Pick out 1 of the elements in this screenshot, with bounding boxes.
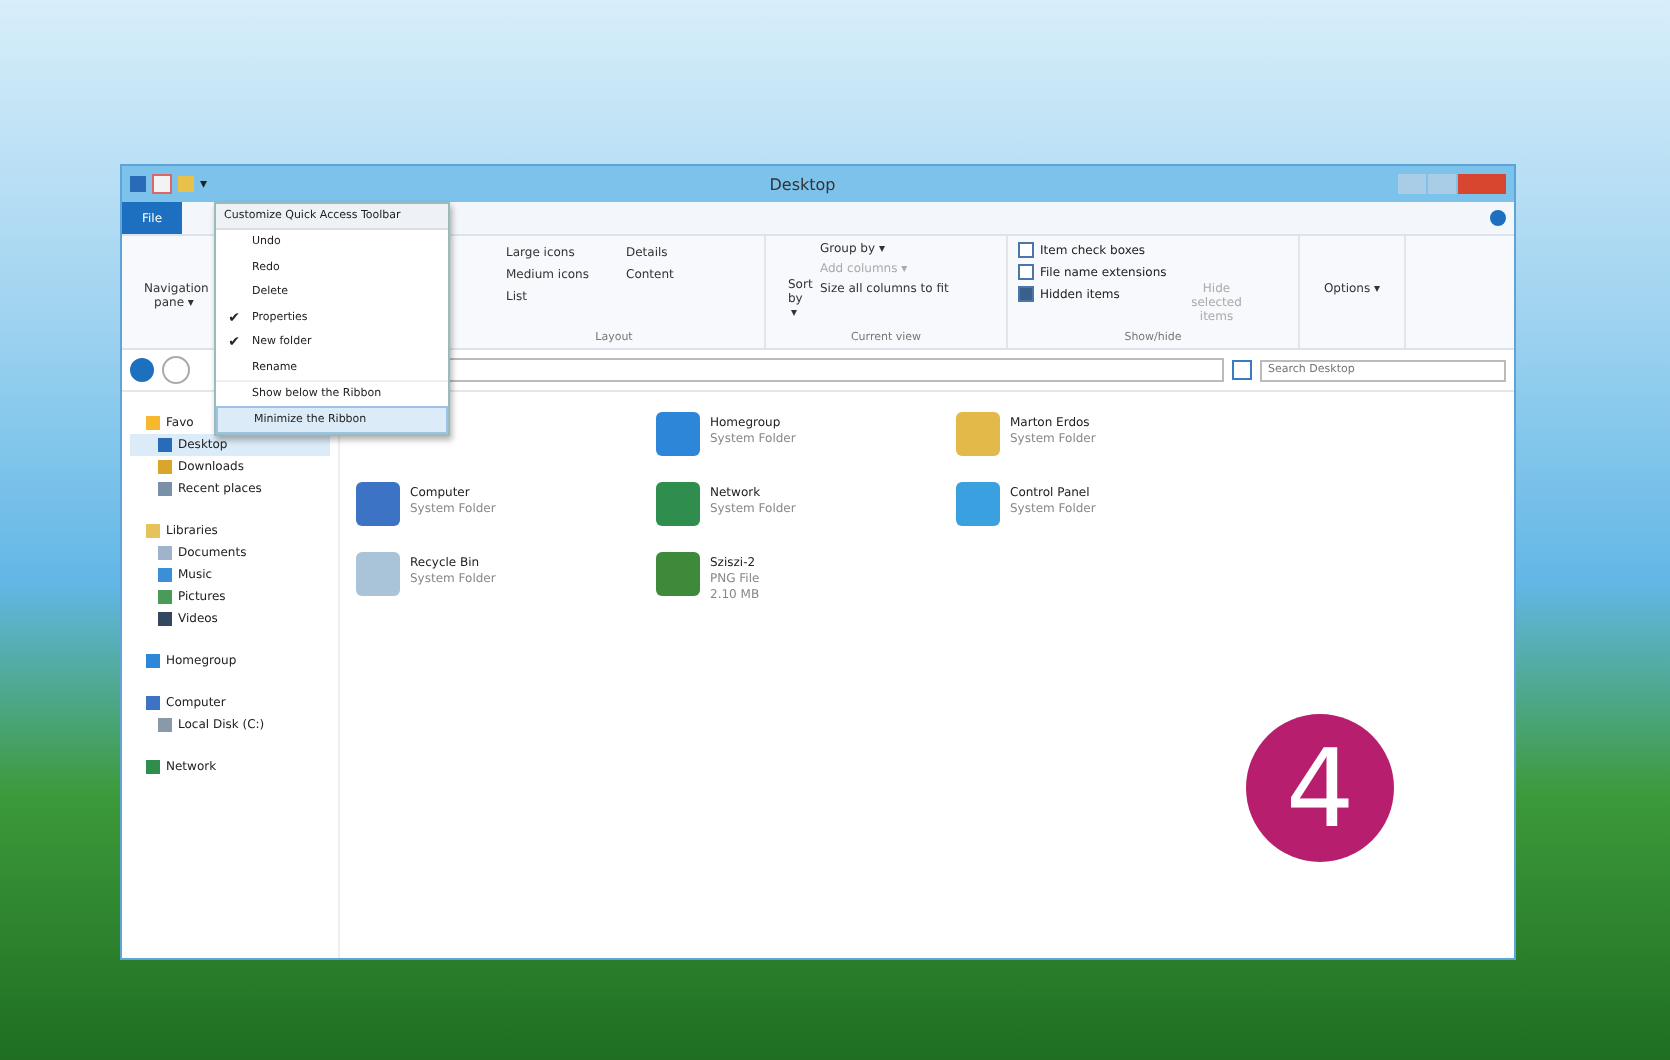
window-title: Desktop (767, 175, 838, 193)
